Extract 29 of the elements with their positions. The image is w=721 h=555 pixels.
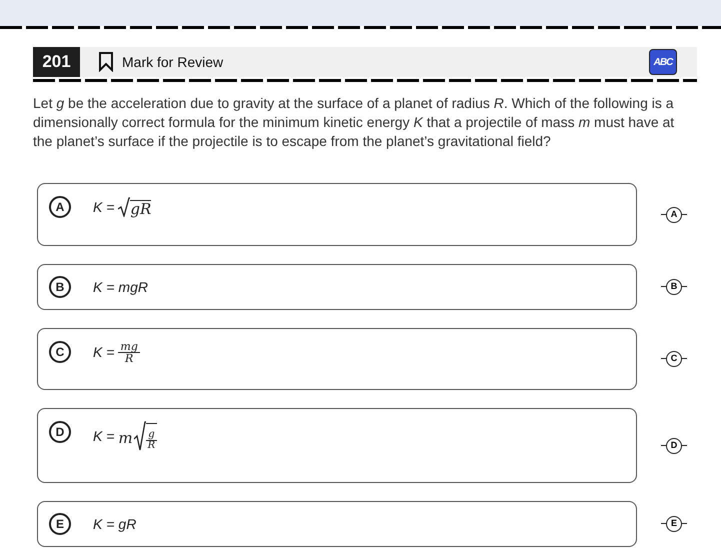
radicand: gR bbox=[130, 200, 152, 218]
denominator: R bbox=[124, 353, 134, 364]
formula-lhs: K = bbox=[93, 278, 114, 296]
formula-lhs: K = bbox=[93, 198, 114, 216]
answer-choice[interactable]: E K = gR bbox=[37, 501, 637, 547]
formula-text: mgR bbox=[118, 278, 148, 297]
question-text: Let g be the acceleration due to gravity at the surface of a planet of radius R. Which of the following is a dimensionally correct formula for the minimum kinetic energy K that a projectile of mass m must have at the planet’s surface if the projectile is to escape from the planet’s gravitational field? bbox=[33, 94, 676, 151]
answer-eliminator-button[interactable]: ABC bbox=[649, 49, 677, 75]
question-number: 201 bbox=[33, 47, 80, 77]
radical-sign-icon bbox=[134, 421, 146, 451]
choice-letter: A bbox=[49, 196, 71, 218]
choice-letter: D bbox=[49, 421, 71, 443]
answer-choice[interactable]: D K = m g R bbox=[37, 408, 637, 483]
numerator: mg bbox=[119, 341, 139, 352]
coefficient: m bbox=[118, 428, 133, 448]
formula-lhs: K = bbox=[93, 343, 114, 362]
denominator: R bbox=[146, 441, 156, 451]
bookmark-icon bbox=[98, 52, 114, 72]
choice-letter: B bbox=[49, 276, 71, 298]
radical-sign-icon bbox=[118, 197, 130, 217]
formula-text: gR bbox=[118, 514, 136, 534]
numerator: g bbox=[147, 430, 156, 440]
answer-choice[interactable]: A K = gR bbox=[37, 183, 637, 246]
choice-letter: E bbox=[49, 513, 71, 535]
formula-lhs: K = bbox=[93, 514, 114, 534]
choice-letter: C bbox=[49, 341, 71, 363]
formula-lhs: K = bbox=[93, 426, 114, 446]
answer-choice[interactable]: B K = mgR bbox=[37, 264, 637, 310]
mark-for-review-button[interactable]: Mark for Review bbox=[98, 52, 224, 72]
